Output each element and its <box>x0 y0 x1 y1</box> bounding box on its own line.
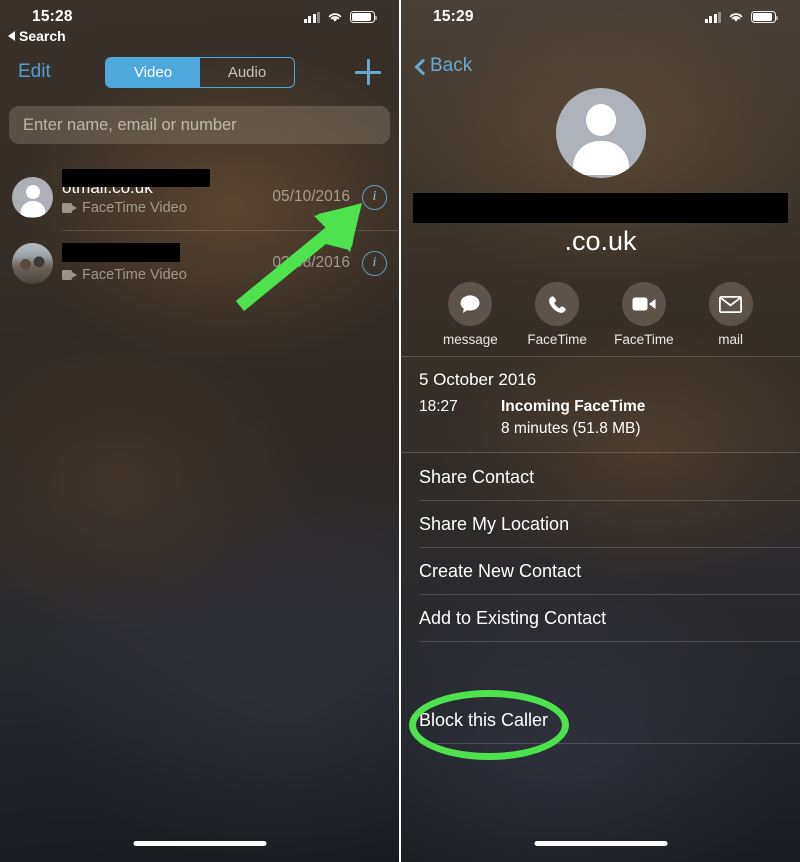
video-camera-icon <box>621 282 666 326</box>
call-info-date: 5 October 2016 <box>419 370 537 389</box>
video-camera-icon <box>62 270 77 280</box>
call-date: 05/10/2016 <box>272 188 350 205</box>
cellular-signal-icon <box>303 11 320 23</box>
contact-avatar <box>555 88 646 178</box>
caller-name <box>62 243 272 264</box>
call-info-kind: Incoming FaceTime <box>501 398 646 415</box>
action-label: FaceTime <box>614 332 674 347</box>
search-placeholder: Enter name, email or number <box>23 115 237 134</box>
menu-item-share-my-location[interactable]: Share My Location <box>401 501 800 548</box>
call-info-line: 18:27 Incoming FaceTime <box>419 398 782 416</box>
home-indicator <box>133 841 266 846</box>
status-time: 15:29 <box>433 8 474 25</box>
call-info-duration: 8 minutes (51.8 MB) <box>501 420 641 437</box>
edit-button[interactable]: Edit <box>18 61 51 83</box>
menu-item-share-contact[interactable]: Share Contact <box>401 454 800 501</box>
default-person-avatar-icon <box>12 176 53 218</box>
back-to-search-button[interactable]: Search <box>8 28 66 44</box>
back-triangle-icon <box>8 31 15 41</box>
message-bubble-icon <box>448 282 493 326</box>
call-type: FaceTime Video <box>62 200 272 216</box>
back-label: Back <box>430 55 473 76</box>
status-icons <box>303 11 382 23</box>
action-message[interactable]: message <box>436 282 504 347</box>
info-button[interactable]: i <box>362 250 387 276</box>
redaction-bar <box>413 193 788 223</box>
action-label: message <box>442 332 498 347</box>
menu-item-create-new-contact[interactable]: Create New Contact <box>401 548 800 595</box>
action-mail[interactable]: mail <box>697 282 765 347</box>
action-facetime-video[interactable]: FaceTime <box>610 282 678 347</box>
menu-item-add-to-existing-contact[interactable]: Add to Existing Contact <box>401 595 800 642</box>
call-list-item[interactable]: FaceTime Video 0?/08/2016 i <box>0 230 399 296</box>
call-type-label: FaceTime Video <box>82 267 187 283</box>
status-time: 15:28 <box>32 8 73 25</box>
wifi-icon <box>328 13 342 22</box>
info-button[interactable]: i <box>362 184 387 210</box>
caller-name: otmail.co.uk <box>62 169 272 197</box>
tab-video[interactable]: Video <box>106 57 200 87</box>
green-ellipse-annotation <box>409 690 569 760</box>
search-input[interactable]: Enter name, email or number <box>9 106 390 144</box>
action-facetime-audio[interactable]: FaceTime <box>523 282 591 347</box>
facetime-toolbar: Edit Video Audio <box>0 53 399 91</box>
contact-photo-avatar <box>12 242 53 284</box>
call-history-list: otmail.co.uk FaceTime Video 05/10/2016 i <box>0 164 399 296</box>
wifi-icon <box>729 13 743 22</box>
call-list-item[interactable]: otmail.co.uk FaceTime Video 05/10/2016 i <box>0 164 399 230</box>
left-panel-facetime-list: 15:28 Search Edit Video Audio Enter name… <box>0 0 399 862</box>
call-type: FaceTime Video <box>62 267 272 283</box>
tab-audio[interactable]: Audio <box>200 58 294 87</box>
call-info-time: 18:27 <box>419 398 458 415</box>
contact-name-line2: .co.uk <box>564 226 637 256</box>
right-status-bar: 15:29 <box>401 0 800 34</box>
phone-icon <box>535 282 580 326</box>
add-call-button[interactable] <box>355 59 381 85</box>
redaction-bar <box>62 169 210 187</box>
right-panel-contact-detail: 15:29 Back .co.uk message FaceTime FaceT… <box>401 0 800 862</box>
envelope-icon <box>708 282 753 326</box>
video-audio-segmented-control: Video Audio <box>105 56 295 88</box>
call-info-block: 5 October 2016 18:27 Incoming FaceTime 8… <box>401 356 800 453</box>
redaction-bar <box>62 243 180 262</box>
video-camera-icon <box>62 203 77 213</box>
battery-icon <box>751 11 779 23</box>
back-button[interactable]: Back <box>415 55 472 77</box>
chevron-left-icon <box>415 58 425 75</box>
status-icons <box>704 11 783 23</box>
action-label: FaceTime <box>527 332 587 347</box>
back-label: Search <box>19 28 66 44</box>
action-label: mail <box>718 332 743 347</box>
call-item-text: FaceTime Video <box>53 243 272 283</box>
contact-action-row: message FaceTime FaceTime mail <box>401 282 800 347</box>
dual-iphone-screenshot: 15:28 Search Edit Video Audio Enter name… <box>0 0 800 862</box>
call-item-text: otmail.co.uk FaceTime Video <box>53 169 272 216</box>
battery-icon <box>350 11 378 23</box>
call-type-label: FaceTime Video <box>82 200 187 216</box>
home-indicator <box>534 841 667 846</box>
cellular-signal-icon <box>704 11 721 23</box>
call-date: 0?/08/2016 <box>272 254 350 271</box>
